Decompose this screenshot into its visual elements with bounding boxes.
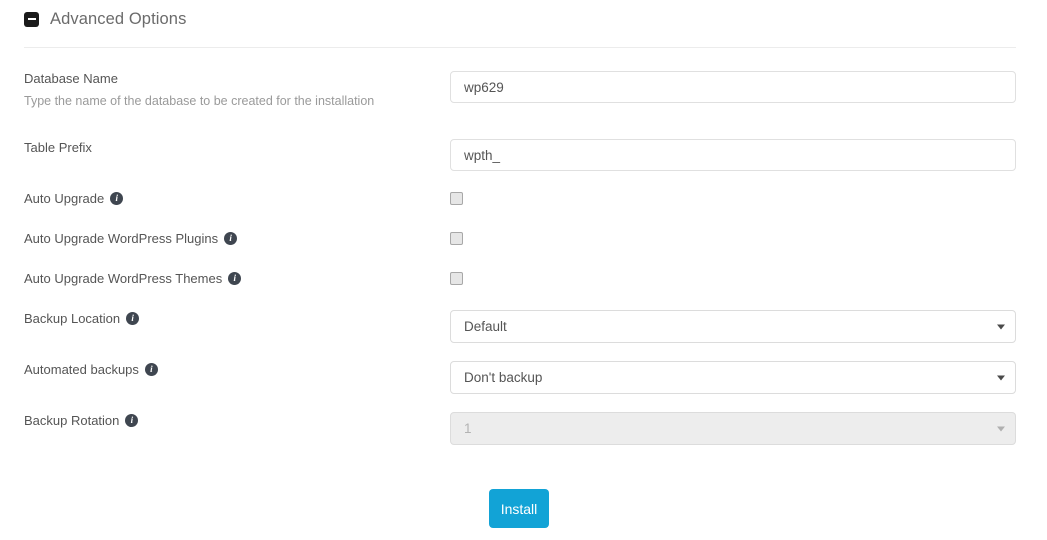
backup-location-select-wrap: Default: [450, 310, 1016, 343]
chevron-down-icon: [997, 426, 1005, 431]
automated-backups-select-wrap: Don't backup: [450, 361, 1016, 394]
chevron-down-icon: [997, 324, 1005, 329]
page-title: Advanced Options: [50, 9, 187, 28]
auto-upgrade-plugins-label: Auto Upgrade WordPress Plugins: [24, 231, 219, 246]
info-icon[interactable]: i: [144, 363, 158, 376]
auto-upgrade-themes-checkbox[interactable]: [450, 272, 463, 285]
automated-backups-label: Automated backups: [24, 362, 139, 377]
auto-upgrade-plugins-label-group: Auto Upgrade WordPress Plugins i: [24, 231, 238, 246]
info-icon[interactable]: i: [228, 272, 242, 285]
backup-rotation-selected-value: 1: [464, 421, 472, 436]
auto-upgrade-checkbox[interactable]: [450, 192, 463, 205]
info-icon[interactable]: i: [110, 192, 124, 205]
header-divider: [24, 47, 1016, 48]
auto-upgrade-label-group: Auto Upgrade i: [24, 191, 124, 206]
minus-square-icon[interactable]: [24, 11, 39, 27]
table-prefix-label-group: Table Prefix: [24, 140, 92, 155]
info-icon[interactable]: i: [224, 232, 238, 245]
advanced-options-header[interactable]: Advanced Options: [24, 7, 186, 31]
table-prefix-input[interactable]: [450, 139, 1016, 171]
auto-upgrade-themes-label: Auto Upgrade WordPress Themes: [24, 271, 223, 286]
database-name-description: Type the name of the database to be crea…: [24, 94, 375, 108]
database-name-input[interactable]: [450, 71, 1016, 103]
backup-rotation-select: 1: [450, 412, 1016, 445]
table-prefix-label: Table Prefix: [24, 140, 92, 155]
backup-rotation-label-group: Backup Rotation i: [24, 413, 139, 428]
info-icon[interactable]: i: [126, 312, 140, 325]
info-icon[interactable]: i: [125, 414, 139, 427]
backup-location-select[interactable]: Default: [450, 310, 1016, 343]
auto-upgrade-plugins-checkbox[interactable]: [450, 232, 463, 245]
backup-rotation-select-wrap: 1: [450, 412, 1016, 445]
backup-location-label-group: Backup Location i: [24, 311, 140, 326]
automated-backups-selected-value: Don't backup: [464, 370, 543, 385]
auto-upgrade-themes-label-group: Auto Upgrade WordPress Themes i: [24, 271, 242, 286]
install-button[interactable]: Install: [489, 489, 549, 528]
database-name-label-group: Database Name: [24, 71, 118, 86]
backup-location-selected-value: Default: [464, 319, 507, 334]
backup-location-label: Backup Location: [24, 311, 121, 326]
auto-upgrade-label: Auto Upgrade: [24, 191, 105, 206]
chevron-down-icon: [997, 375, 1005, 380]
database-name-label: Database Name: [24, 71, 118, 86]
automated-backups-select[interactable]: Don't backup: [450, 361, 1016, 394]
automated-backups-label-group: Automated backups i: [24, 362, 158, 377]
backup-rotation-label: Backup Rotation: [24, 413, 120, 428]
